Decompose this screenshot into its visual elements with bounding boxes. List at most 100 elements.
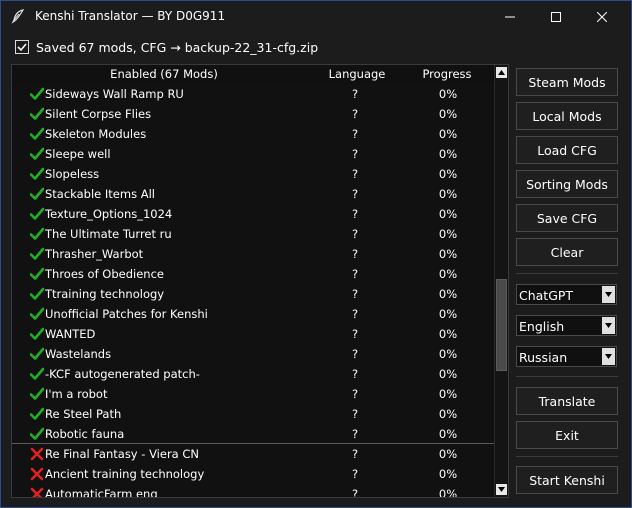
mod-name: Wastelands (45, 347, 112, 361)
table-row[interactable]: Robotic fauna? 0% (12, 424, 494, 444)
mod-language: ? (351, 427, 359, 441)
table-row[interactable]: Re Steel Path? 0% (12, 404, 494, 424)
green-check-icon[interactable] (29, 187, 45, 201)
mod-progress: 0% (438, 247, 458, 261)
save-cfg-button[interactable]: Save CFG (516, 204, 618, 232)
title-bar[interactable]: Kenshi Translator — BY D0G911 (1, 1, 631, 32)
table-row[interactable]: The Ultimate Turret ru? 0% (12, 224, 494, 244)
mod-name: AutomaticFarm eng (45, 487, 158, 498)
start-kenshi-button[interactable]: Start Kenshi (516, 466, 618, 494)
mod-progress: 0% (438, 347, 458, 361)
green-check-icon[interactable] (29, 127, 45, 141)
minimize-button[interactable] (487, 1, 533, 32)
maximize-icon (551, 11, 561, 22)
clear-button[interactable]: Clear (516, 238, 618, 266)
scroll-down-arrow[interactable] (496, 484, 507, 495)
table-row[interactable]: Skeleton Modules? 0% (12, 124, 494, 144)
green-check-icon[interactable] (29, 207, 45, 221)
red-cross-icon[interactable] (30, 467, 44, 481)
red-cross-icon[interactable] (30, 487, 44, 497)
table-header: Enabled (67 Mods) Language Progress (12, 65, 494, 84)
separator (516, 273, 618, 274)
table-row[interactable]: Sleepe well? 0% (12, 144, 494, 164)
green-check-icon[interactable] (29, 327, 45, 341)
mod-language: ? (351, 227, 359, 241)
red-cross-icon[interactable] (30, 447, 44, 461)
green-check-icon[interactable] (29, 367, 45, 381)
green-check-icon[interactable] (29, 247, 45, 261)
green-check-icon[interactable] (29, 147, 45, 161)
table-row[interactable]: WANTED? 0% (12, 324, 494, 344)
group-divider (12, 443, 494, 444)
table-row[interactable]: Wastelands? 0% (12, 344, 494, 364)
table-row[interactable]: Re Final Fantasy - Viera CN? 0% (12, 444, 494, 464)
mod-language: ? (351, 207, 359, 221)
mod-list[interactable]: Enabled (67 Mods) Language Progress Side… (11, 64, 509, 498)
mod-language: ? (351, 127, 359, 141)
source-language-select[interactable]: English (516, 315, 617, 336)
green-check-icon[interactable] (29, 267, 45, 281)
green-check-icon[interactable] (29, 167, 45, 181)
separator (516, 456, 618, 457)
local-mods-button[interactable]: Local Mods (516, 102, 618, 130)
mod-language: ? (351, 487, 359, 498)
table-row[interactable]: Texture_Options_1024? 0% (12, 204, 494, 224)
green-check-icon[interactable] (29, 427, 45, 441)
vertical-scrollbar[interactable] (494, 65, 508, 497)
green-check-icon[interactable] (29, 307, 45, 321)
green-check-icon[interactable] (29, 107, 45, 121)
mod-progress: 0% (438, 147, 458, 161)
table-row[interactable]: Thrasher_Warbot? 0% (12, 244, 494, 264)
column-header-enabled[interactable]: Enabled (67 Mods) (84, 67, 244, 81)
green-check-icon[interactable] (29, 287, 45, 301)
table-row[interactable]: Unofficial Patches for Kenshi? 0% (12, 304, 494, 324)
translate-button[interactable]: Translate (516, 387, 618, 415)
scroll-up-arrow[interactable] (496, 67, 507, 78)
mod-progress: 0% (438, 267, 458, 281)
green-check-icon[interactable] (29, 87, 45, 101)
source-language-value: English (519, 319, 565, 334)
close-icon (597, 11, 607, 22)
translator-select[interactable]: ChatGPT (516, 284, 617, 305)
mod-progress: 0% (438, 127, 458, 141)
green-check-icon[interactable] (29, 387, 45, 401)
table-row[interactable]: Slopeless? 0% (12, 164, 494, 184)
table-row[interactable]: Ttraining technology? 0% (12, 284, 494, 304)
steam-mods-button[interactable]: Steam Mods (516, 68, 618, 96)
table-row[interactable]: I'm a robot? 0% (12, 384, 494, 404)
green-check-icon[interactable] (29, 407, 45, 421)
exit-button[interactable]: Exit (516, 421, 618, 449)
mod-progress: 0% (438, 387, 458, 401)
target-language-value: Russian (519, 350, 568, 365)
arrow-up-icon (498, 70, 505, 75)
green-check-icon[interactable] (29, 227, 45, 241)
status-checkbox[interactable] (15, 40, 29, 54)
column-header-progress[interactable]: Progress (412, 67, 482, 81)
table-row[interactable]: Silent Corpse Flies? 0% (12, 104, 494, 124)
load-cfg-button[interactable]: Load CFG (516, 136, 618, 164)
close-button[interactable] (579, 1, 625, 32)
app-window: Kenshi Translator — BY D0G911 Saved 67 m… (0, 0, 632, 508)
chevron-down-icon[interactable] (602, 317, 615, 334)
mod-name: Unofficial Patches for Kenshi (45, 307, 208, 321)
mod-name: -KCF autogenerated patch- (45, 367, 200, 381)
mod-progress: 0% (438, 227, 458, 241)
mod-name: Re Steel Path (45, 407, 122, 421)
sorting-mods-button[interactable]: Sorting Mods (516, 170, 618, 198)
green-check-icon[interactable] (29, 347, 45, 361)
table-row[interactable]: Throes of Obedience? 0% (12, 264, 494, 284)
checkmark-icon (17, 43, 27, 52)
table-row[interactable]: AutomaticFarm eng? 0% (12, 484, 494, 498)
target-language-select[interactable]: Russian (516, 346, 617, 367)
table-row[interactable]: Ancient training technology? 0% (12, 464, 494, 484)
mod-language: ? (351, 327, 359, 341)
maximize-button[interactable] (533, 1, 579, 32)
chevron-down-icon[interactable] (602, 286, 615, 303)
scrollbar-thumb[interactable] (496, 279, 507, 371)
column-header-language[interactable]: Language (322, 67, 392, 81)
mod-language: ? (351, 367, 359, 381)
table-row[interactable]: -KCF autogenerated patch-? 0% (12, 364, 494, 384)
chevron-down-icon[interactable] (602, 348, 615, 365)
table-row[interactable]: Sideways Wall Ramp RU? 0% (12, 84, 494, 104)
table-row[interactable]: Stackable Items All? 0% (12, 184, 494, 204)
